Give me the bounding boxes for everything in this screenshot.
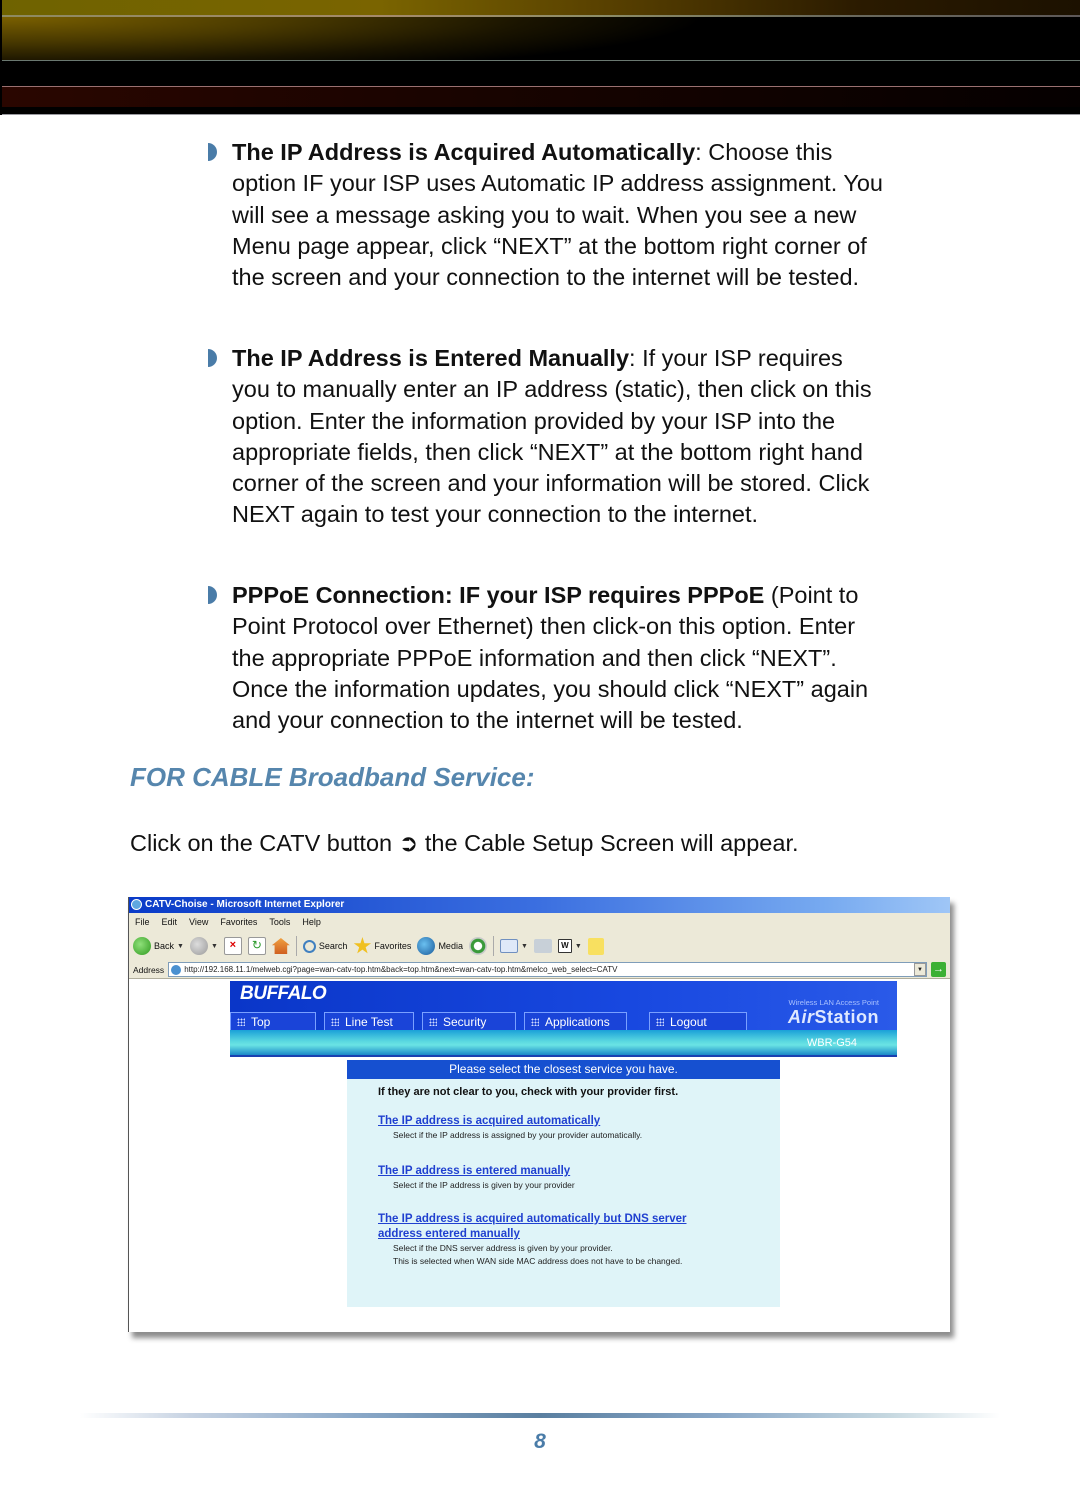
address-dropdown-icon[interactable]: ▼ [914,963,926,976]
browser-toolbar: Back ▼ ▼ × ↻ Search Favorites Media ▼ W … [129,931,950,961]
home-icon[interactable] [271,938,290,954]
router-page: BUFFALO Wireless LAN Access Point AirSta… [129,979,950,1311]
address-bar: Address http://192.168.11.1/melweb.cgi?p… [129,961,950,979]
option-description: Select if the IP address is given by you… [393,1180,575,1190]
option-manual-ip-link[interactable]: The IP address is entered manually [378,1164,780,1179]
option-auto-ip-manual-dns-link[interactable]: The IP address is acquired automatically… [378,1212,723,1242]
bullet-manual-ip: The IP Address is Entered Manually: If y… [208,343,968,531]
word-icon: W [557,939,572,953]
chevron-down-icon: ▼ [177,942,184,950]
mail-button[interactable]: ▼ [499,939,528,953]
service-select-panel: Please select the closest service you ha… [347,1060,780,1307]
provider-note: If they are not clear to you, check with… [378,1086,679,1098]
bullet-marker-icon [208,143,217,161]
media-icon [417,937,436,955]
arrow-icon: ➲ [398,830,419,856]
bullet-pppoe: PPPoE Connection: IF your ISP requires P… [208,580,968,736]
panel-body: If they are not clear to you, check with… [347,1079,780,1268]
toolbar-separator [492,936,494,956]
address-value: http://192.168.11.1/melweb.cgi?page=wan-… [184,965,618,974]
forward-button[interactable]: ▼ [189,937,218,955]
banner-line [2,114,1080,115]
print-icon[interactable] [533,939,552,953]
star-icon [353,937,372,954]
chevron-down-icon: ▼ [210,942,218,950]
go-button[interactable]: → [931,962,946,977]
tab-line-test[interactable]: Line Test [324,1012,414,1032]
history-icon[interactable] [468,937,487,955]
option-description: This is selected when WAN side MAC addre… [393,1256,683,1266]
grid-icon [531,1018,539,1026]
router-header-bottom: WBR-G54 [230,1030,897,1057]
menu-view[interactable]: View [189,913,208,931]
router-header-top: BUFFALO Wireless LAN Access Point AirSta… [230,981,897,1032]
note-icon[interactable] [587,937,604,955]
search-icon [302,939,316,953]
banner-line [2,60,1080,61]
window-title: CATV-Choise - Microsoft Internet Explore… [145,899,345,910]
browser-screenshot: CATV-Choise - Microsoft Internet Explore… [128,897,950,1332]
back-button[interactable]: Back ▼ [133,937,184,955]
header-banner [0,0,1080,115]
bullet-text: The IP Address is Entered Manually: If y… [232,345,872,528]
stop-icon[interactable]: × [223,937,242,955]
grid-icon [331,1018,339,1026]
menu-bar: File Edit View Favorites Tools Help [129,913,950,931]
bullet-heading: The IP Address is Acquired Automatically [232,139,696,165]
tab-applications[interactable]: Applications [524,1012,627,1032]
chevron-down-icon: ▼ [574,942,582,950]
option-auto-ip-link[interactable]: The IP address is acquired automatically [378,1114,780,1129]
bullet-marker-icon [208,586,217,604]
intro-text: Click on the CATV button ➲ the Cable Set… [130,830,799,856]
menu-edit[interactable]: Edit [162,913,178,931]
banner-band [2,17,1080,60]
banner-band [2,0,1080,15]
option-description: Select if the DNS server address is give… [393,1243,613,1253]
mail-icon [499,939,518,953]
media-button[interactable]: Media [417,937,463,955]
bullet-marker-icon [208,349,217,367]
bullet-text: PPPoE Connection: IF your ISP requires P… [232,582,869,734]
edit-button[interactable]: W ▼ [557,939,582,953]
banner-band [2,87,1080,107]
ie-icon [131,899,142,910]
search-button[interactable]: Search [302,939,347,953]
menu-tools[interactable]: Tools [269,913,290,931]
address-input[interactable]: http://192.168.11.1/melweb.cgi?page=wan-… [168,962,927,977]
section-title: FOR CABLE Broadband Service: [130,762,535,792]
bullet-auto-ip: The IP Address is Acquired Automatically… [208,137,968,293]
router-header: BUFFALO Wireless LAN Access Point AirSta… [230,981,897,1057]
bullet-heading: PPPoE Connection: IF your ISP requires P… [232,582,765,608]
back-arrow-icon [133,937,151,955]
toolbar-separator [295,936,297,956]
panel-heading: Please select the closest service you ha… [347,1060,780,1079]
tab-top[interactable]: Top [230,1012,316,1032]
grid-icon [656,1018,664,1026]
bullet-text: The IP Address is Acquired Automatically… [232,139,883,291]
favorites-button[interactable]: Favorites [353,937,411,955]
menu-help[interactable]: Help [302,913,321,931]
menu-file[interactable]: File [135,913,150,931]
product-subtitle: Wireless LAN Access Point [788,998,879,1007]
footer-divider [80,1413,1000,1418]
browser-titlebar: CATV-Choise - Microsoft Internet Explore… [129,897,950,913]
grid-icon [429,1018,437,1026]
bullet-heading: The IP Address is Entered Manually [232,345,630,371]
address-label: Address [133,964,165,975]
refresh-icon[interactable]: ↻ [247,937,266,955]
page-number: 8 [534,1430,546,1453]
router-nav: Top Line Test Security Applications Logo… [230,1012,755,1032]
buffalo-logo: BUFFALO [240,983,327,1004]
menu-favorites[interactable]: Favorites [220,913,257,931]
chevron-down-icon: ▼ [520,942,528,950]
grid-icon [237,1018,245,1026]
forward-arrow-icon [189,937,208,955]
model-name: WBR-G54 [806,1037,857,1049]
tab-security[interactable]: Security [422,1012,516,1032]
option-description: Select if the IP address is assigned by … [393,1130,643,1140]
airstation-logo: AirStation [787,1007,879,1027]
page-icon [171,964,182,975]
tab-logout[interactable]: Logout [649,1012,747,1032]
